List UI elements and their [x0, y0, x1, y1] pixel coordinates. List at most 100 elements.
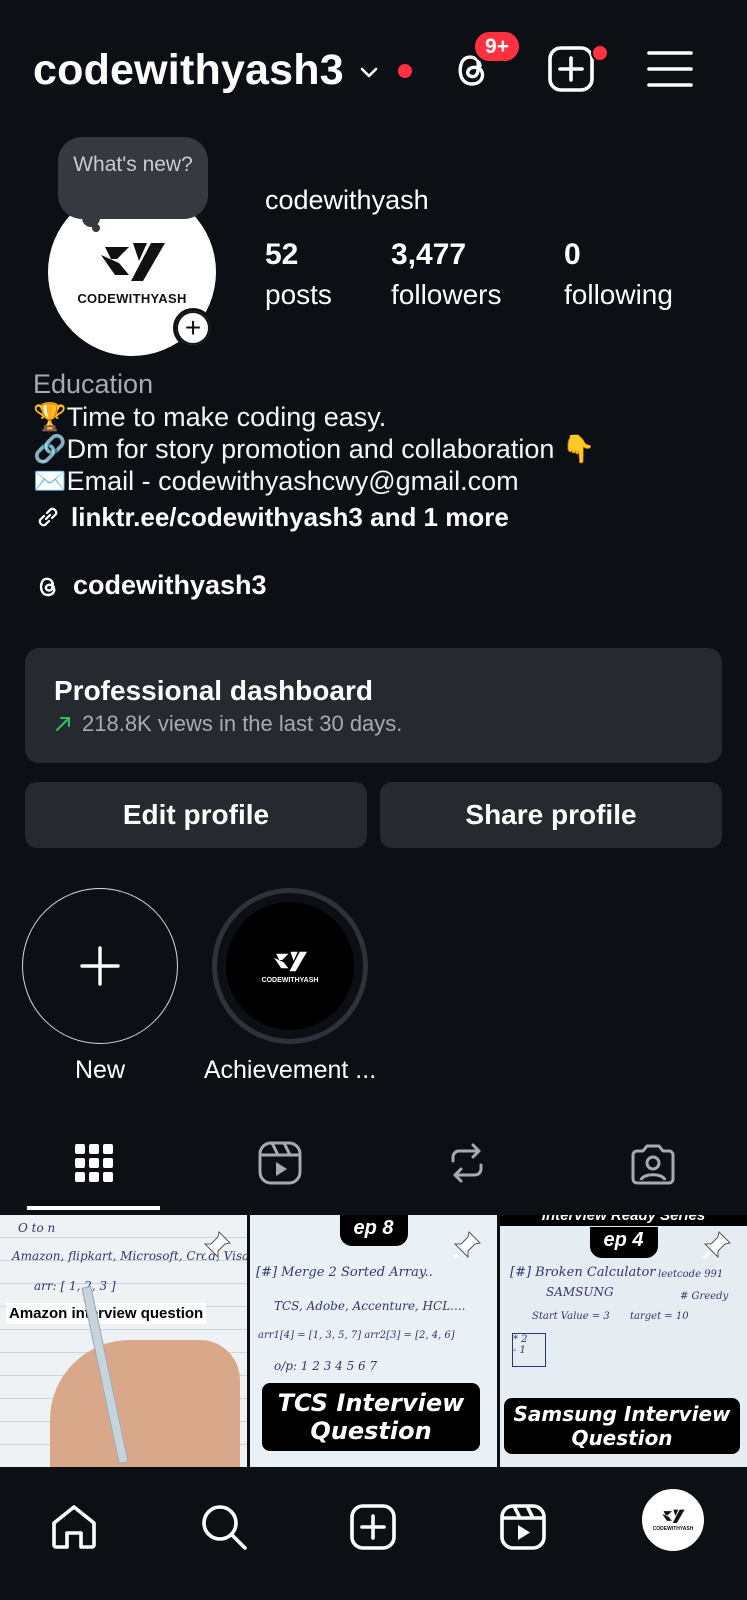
dashboard-views: 218.8K views in the last 30 days. [82, 711, 403, 736]
tab-reels[interactable] [250, 1135, 310, 1191]
post-tile[interactable]: ep 8 [#] Merge 2 Sorted Array.. TCS, Ado… [250, 1215, 497, 1467]
highlight-label: New [74, 1056, 125, 1084]
highlight-achievement[interactable]: CODEWITHYASH Achievement ... [200, 888, 380, 1085]
grid-icon [75, 1144, 113, 1182]
create-post-icon[interactable] [546, 44, 596, 94]
reels-icon [500, 1504, 546, 1550]
note-text: target = 10 [630, 1311, 689, 1322]
post-caption: TCS Interview Question [262, 1383, 480, 1451]
logo-icon [101, 242, 165, 281]
note-text: Start Value = 3 [532, 1311, 610, 1322]
bio-line: 🏆Time to make coding easy. [33, 402, 387, 432]
stat-following[interactable]: 0 following [564, 235, 673, 315]
stat-label: followers [391, 279, 502, 310]
display-name: codewithyash [265, 185, 429, 215]
note-text: arr: [ 1, 2, 3 ] [34, 1279, 116, 1293]
plus-icon [80, 946, 120, 986]
note-box: * 2 - 1 [512, 1333, 546, 1367]
tab-tagged[interactable] [623, 1135, 683, 1191]
stat-value: 0 [564, 238, 581, 271]
nav-avatar-text: CODEWITHYASH [652, 1526, 694, 1532]
nav-profile-avatar[interactable]: CODEWITHYASH [642, 1489, 704, 1551]
nav-search[interactable] [194, 1497, 254, 1557]
logo-icon [274, 951, 307, 971]
highlight-ring[interactable]: CODEWITHYASH [212, 888, 368, 1044]
plus-icon: + [176, 311, 210, 345]
dashboard-subtitle: 218.8K views in the last 30 days. [54, 708, 693, 740]
bottom-navigation: CODEWITHYASH [0, 1467, 747, 1600]
avatar-logo-text: CODEWITHYASH [77, 290, 187, 306]
post-grid: O to n Amazon, flipkart, Microsoft, Cred… [0, 1215, 747, 1467]
trend-up-icon [56, 717, 70, 731]
threads-profile-link[interactable]: codewithyash3 [33, 570, 267, 601]
home-icon [52, 1505, 96, 1549]
repost-icon [451, 1143, 483, 1183]
note-text: leetcode 991 [658, 1269, 724, 1280]
note-text: [#] Merge 2 Sorted Array.. [256, 1265, 433, 1280]
stat-value: 52 [265, 238, 299, 271]
link-icon [38, 507, 58, 527]
account-switcher[interactable]: codewithyash3 [33, 46, 412, 95]
nav-create[interactable] [343, 1497, 403, 1557]
stat-value: 3,477 [391, 238, 467, 271]
note-tail-small [92, 224, 100, 232]
highlight-new[interactable]: New [20, 888, 180, 1085]
post-caption: Amazon interview question [6, 1303, 207, 1324]
note-text: # Greedy [680, 1291, 729, 1302]
tab-grid[interactable] [64, 1135, 124, 1191]
top-bar: codewithyash3 9+ [0, 0, 747, 140]
create-icon [350, 1504, 396, 1550]
episode-label: ep 4 [589, 1227, 658, 1258]
search-icon [202, 1505, 247, 1550]
unread-dot [397, 63, 412, 78]
logo-icon [662, 1509, 685, 1524]
note-text: arr1[4] = [1, 3, 5, 7] arr2[3] = [2, 4, … [258, 1330, 455, 1341]
highlight-logo-text: CODEWITHYASH [261, 976, 319, 984]
post-tile[interactable]: O to n Amazon, flipkart, Microsoft, Cred… [0, 1215, 247, 1467]
bio-link[interactable]: linktr.ee/codewithyash3 and 1 more [33, 497, 723, 537]
bio-line: 🔗Dm for story promotion and collaboratio… [33, 434, 596, 464]
bio-line: ✉️Email - codewithyashcwy@gmail.com [33, 466, 519, 496]
pin-icon [202, 1230, 232, 1260]
series-label: Interview Ready Series [500, 1215, 747, 1226]
tagged-icon [631, 1144, 675, 1185]
chevron-down-icon[interactable] [358, 62, 380, 84]
tab-active-indicator [27, 1206, 160, 1210]
stat-posts[interactable]: 52 posts [265, 235, 332, 315]
threads-handle[interactable]: codewithyash3 [73, 570, 267, 601]
note-text: SAMSUNG [546, 1285, 614, 1299]
pin-icon [452, 1230, 482, 1260]
pin-icon [702, 1230, 732, 1260]
reels-icon [258, 1141, 302, 1185]
note-text: O to n [18, 1221, 56, 1235]
bio: Education 🏆Time to make coding easy. 🔗Dm… [33, 368, 723, 537]
menu-icon[interactable] [645, 44, 695, 94]
hand-image [50, 1340, 240, 1467]
professional-dashboard[interactable]: Professional dashboard 218.8K views in t… [25, 648, 722, 763]
post-tile[interactable]: Interview Ready Series ep 4 [#] Broken C… [500, 1215, 747, 1467]
post-caption: Samsung Interview Question [504, 1398, 740, 1454]
new-highlight-ring[interactable] [22, 888, 178, 1044]
note-text: - 1 [513, 1345, 526, 1356]
stat-followers[interactable]: 3,477 followers [391, 235, 501, 315]
note-text: o/p: 1 2 3 4 5 6 7 [274, 1359, 378, 1373]
highlight-label: Achievement ... [203, 1056, 377, 1084]
tab-reposts[interactable] [437, 1135, 497, 1191]
username[interactable]: codewithyash3 [33, 46, 344, 95]
dashboard-title: Professional dashboard [54, 675, 373, 706]
threads-icon [39, 577, 56, 596]
bio-link-text[interactable]: linktr.ee/codewithyash3 and 1 more [71, 497, 509, 537]
share-profile-button[interactable]: Share profile [380, 782, 722, 848]
edit-profile-button[interactable]: Edit profile [25, 782, 367, 848]
note-text: * 2 [513, 1334, 528, 1345]
episode-label: ep 8 [339, 1215, 408, 1246]
notification-badge: 9+ [472, 29, 522, 64]
note-text: [#] Broken Calculator [510, 1265, 656, 1280]
stat-label: posts [265, 279, 332, 310]
stat-label: following [564, 279, 673, 310]
nav-home[interactable] [44, 1497, 104, 1557]
add-story-button[interactable]: + [173, 308, 213, 348]
note-bubble[interactable]: What's new? [58, 137, 208, 219]
nav-reels[interactable] [493, 1497, 553, 1557]
highlight-cover: CODEWITHYASH [226, 902, 354, 1030]
